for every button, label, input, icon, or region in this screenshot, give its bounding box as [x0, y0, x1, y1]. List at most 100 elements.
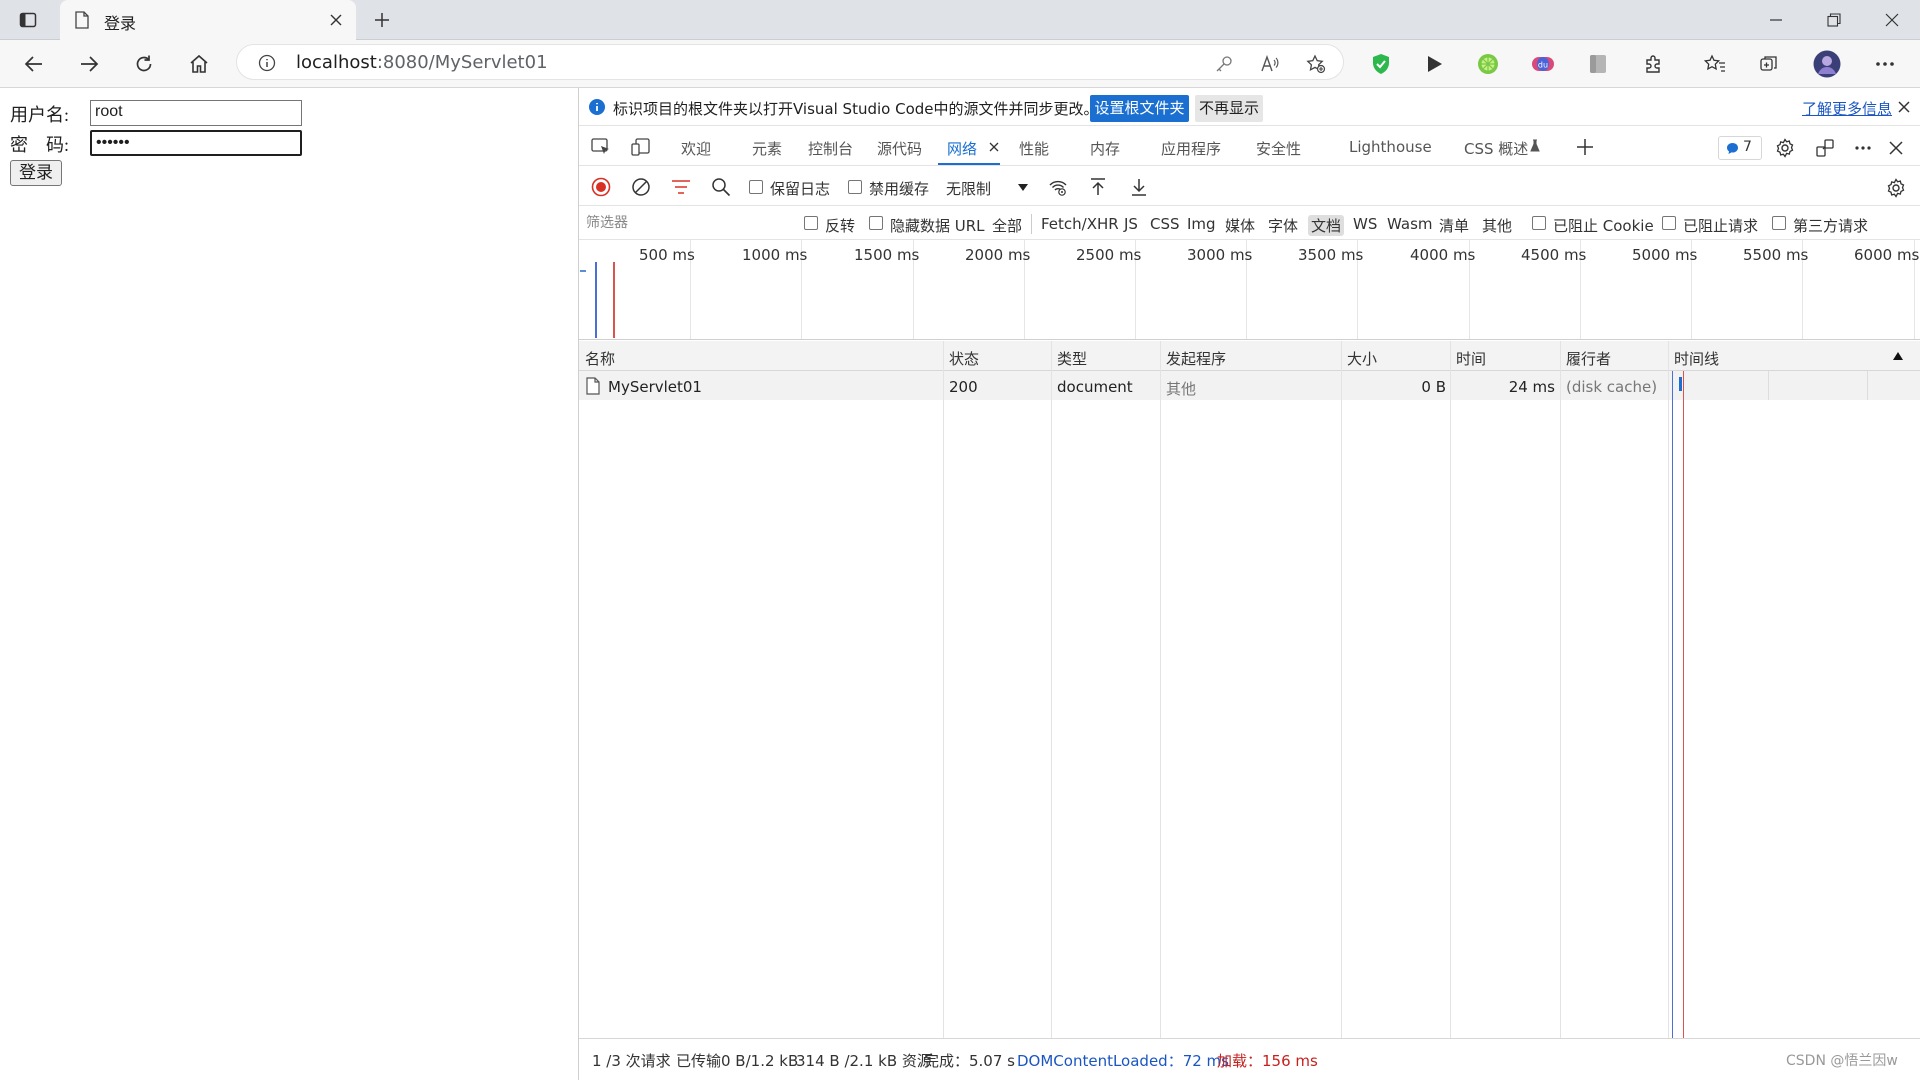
tab-security[interactable]: 安全性 [1256, 138, 1301, 159]
password-input[interactable]: •••••• [90, 130, 302, 156]
filter-type-doc[interactable]: 文档 [1308, 215, 1345, 236]
issues-counter[interactable]: 7 [1718, 136, 1762, 160]
refresh-icon[interactable] [132, 52, 156, 76]
profile-avatar-icon[interactable] [1812, 49, 1842, 79]
filter-type-ws[interactable]: WS [1353, 215, 1377, 233]
dom-content-loaded-marker [595, 262, 597, 338]
preserve-log-checkbox[interactable] [749, 180, 763, 194]
device-emulation-icon[interactable] [629, 136, 653, 158]
inspect-element-icon[interactable] [589, 136, 613, 158]
hide-data-urls-checkbox[interactable] [869, 216, 883, 230]
tab-welcome[interactable]: 欢迎 [681, 138, 711, 159]
col-time[interactable]: 时间 [1456, 348, 1486, 369]
share-connect-icon[interactable] [1813, 136, 1837, 160]
set-root-folder-button[interactable]: 设置根文件夹 [1090, 95, 1189, 122]
username-input[interactable]: root [90, 100, 302, 126]
throttling-select[interactable]: 无限制 [946, 178, 991, 199]
password-key-icon[interactable] [1212, 52, 1236, 76]
shield-extension-icon[interactable] [1368, 51, 1394, 77]
filter-type-css[interactable]: CSS [1150, 215, 1180, 233]
tab-application[interactable]: 应用程序 [1161, 138, 1221, 159]
gray-extension-icon[interactable] [1585, 51, 1611, 77]
filter-type-all[interactable]: 全部 [992, 215, 1022, 236]
column-divider [1668, 341, 1669, 1038]
back-icon[interactable] [22, 52, 46, 76]
tab-elements[interactable]: 元素 [752, 138, 782, 159]
filter-type-font[interactable]: 字体 [1268, 215, 1298, 236]
hide-data-urls-label: 隐藏数据 URL [890, 217, 985, 235]
minimize-icon[interactable] [1764, 8, 1788, 32]
more-tools-icon[interactable] [1851, 136, 1875, 160]
citrus-extension-icon[interactable] [1475, 51, 1501, 77]
cell-name[interactable]: MyServlet01 [608, 378, 702, 396]
col-status[interactable]: 状态 [949, 348, 979, 369]
clear-icon[interactable] [630, 176, 652, 198]
restore-icon[interactable] [1822, 8, 1846, 32]
chevron-down-icon[interactable] [1016, 180, 1030, 194]
export-har-icon[interactable] [1128, 176, 1150, 198]
search-icon[interactable] [710, 176, 732, 198]
settings-gear-icon[interactable] [1773, 136, 1797, 160]
site-info-icon[interactable] [256, 52, 278, 74]
tab-network[interactable]: 网络 [947, 138, 977, 159]
tab-memory[interactable]: 内存 [1090, 138, 1120, 159]
extensions-puzzle-icon[interactable] [1641, 51, 1667, 77]
tab-sources[interactable]: 源代码 [877, 138, 922, 159]
tab-css-overview[interactable]: CSS 概述 [1464, 138, 1528, 159]
play-extension-icon[interactable] [1421, 51, 1447, 77]
col-initiator[interactable]: 发起程序 [1166, 348, 1226, 369]
filter-type-manifest[interactable]: 清单 [1439, 215, 1469, 236]
tab-actions-icon[interactable] [16, 8, 40, 32]
filter-input[interactable]: 筛选器 [586, 212, 786, 234]
url-text[interactable]: localhost:8080/MyServlet01 [296, 52, 548, 73]
login-button[interactable]: 登录 [10, 160, 62, 186]
close-tab-icon[interactable] [326, 10, 346, 30]
import-har-icon[interactable] [1087, 176, 1109, 198]
close-window-icon[interactable] [1880, 8, 1904, 32]
du-extension-icon[interactable]: du [1530, 51, 1556, 77]
col-type[interactable]: 类型 [1057, 348, 1087, 369]
tick-label: 4000 ms [1410, 246, 1476, 264]
tab-console[interactable]: 控制台 [808, 138, 853, 159]
tab-lighthouse[interactable]: Lighthouse [1349, 138, 1432, 156]
sort-ascending-icon[interactable] [1891, 350, 1905, 362]
col-size[interactable]: 大小 [1347, 348, 1377, 369]
close-network-tab-icon[interactable] [987, 140, 1001, 154]
add-favorite-icon[interactable] [1304, 52, 1328, 76]
network-settings-gear-icon[interactable] [1884, 176, 1908, 200]
disable-cache-checkbox[interactable] [848, 180, 862, 194]
collections-icon[interactable] [1756, 51, 1782, 77]
filter-type-fetch-xhr[interactable]: Fetch/XHR [1041, 215, 1119, 233]
more-menu-icon[interactable] [1872, 51, 1898, 77]
tick-label: 1500 ms [854, 246, 920, 264]
experimental-flask-icon [1528, 138, 1542, 154]
read-aloud-icon[interactable] [1258, 52, 1282, 76]
col-name[interactable]: 名称 [585, 348, 615, 369]
filter-type-img[interactable]: Img [1187, 215, 1216, 233]
third-party-checkbox[interactable] [1772, 216, 1786, 230]
favorites-icon[interactable] [1702, 51, 1728, 77]
add-tab-icon[interactable] [1574, 136, 1596, 158]
blocked-requests-checkbox[interactable] [1662, 216, 1676, 230]
col-waterfall[interactable]: 时间线 [1674, 348, 1719, 369]
col-fulfilled-by[interactable]: 履行者 [1566, 348, 1611, 369]
learn-more-link[interactable]: 了解更多信息 [1802, 98, 1892, 119]
tick-label: 3000 ms [1187, 246, 1253, 264]
filter-type-wasm[interactable]: Wasm [1387, 215, 1433, 233]
close-infobar-icon[interactable] [1896, 99, 1912, 115]
blocked-cookies-checkbox[interactable] [1532, 216, 1546, 230]
forward-icon[interactable] [77, 52, 101, 76]
invert-checkbox[interactable] [804, 216, 818, 230]
filter-type-js[interactable]: JS [1124, 215, 1138, 233]
close-devtools-icon[interactable] [1884, 136, 1908, 160]
dont-show-again-button[interactable]: 不再显示 [1195, 95, 1263, 122]
filter-type-other[interactable]: 其他 [1482, 215, 1512, 236]
filter-icon[interactable] [670, 176, 692, 198]
network-conditions-icon[interactable] [1047, 176, 1069, 198]
new-tab-icon[interactable] [370, 8, 394, 32]
tab-performance[interactable]: 性能 [1019, 138, 1049, 159]
home-icon[interactable] [187, 52, 211, 76]
filter-type-media[interactable]: 媒体 [1225, 215, 1255, 236]
record-icon[interactable] [590, 176, 612, 198]
table-row[interactable] [579, 371, 1920, 400]
